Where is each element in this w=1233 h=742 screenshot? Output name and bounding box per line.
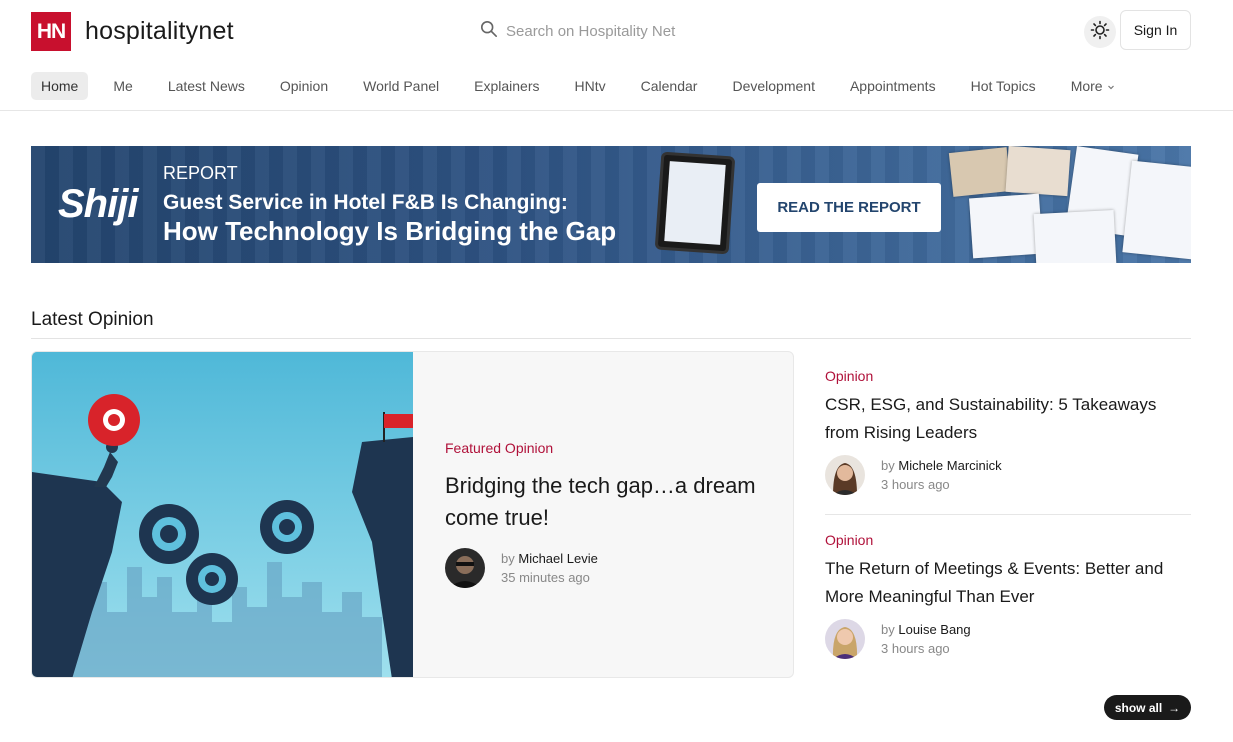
article-kicker[interactable]: Opinion [825, 532, 1191, 548]
by-label: by [501, 551, 515, 566]
by-label: by [881, 622, 895, 637]
timestamp: 3 hours ago [881, 641, 950, 656]
banner-headline-2: How Technology Is Bridging the Gap [163, 216, 617, 246]
featured-title[interactable]: Bridging the tech gap…a dream come true! [445, 470, 765, 534]
banner-headline-1: Guest Service in Hotel F&B Is Changing: [163, 191, 568, 214]
arrow-right-icon: → [1168, 700, 1181, 715]
avatar[interactable] [825, 619, 865, 659]
featured-opinion-card[interactable]: Featured Opinion Bridging the tech gap…a… [31, 351, 794, 678]
side-article[interactable]: Opinion The Return of Meetings & Events:… [825, 532, 1191, 659]
author-name[interactable]: Louise Bang [898, 622, 970, 637]
banner-brand-logo: Shiji [58, 182, 138, 226]
search-input[interactable] [506, 23, 906, 40]
nav-item-me[interactable]: Me [103, 72, 142, 100]
logo-text: hospitalitynet [85, 17, 234, 45]
theme-toggle-button[interactable] [1084, 16, 1116, 48]
nav-more-label: More [1070, 78, 1103, 94]
avatar[interactable] [445, 548, 485, 588]
nav-item-opinion[interactable]: Opinion [270, 72, 338, 100]
section-divider [31, 338, 1191, 339]
by-label: by [881, 458, 895, 473]
author-name[interactable]: Michael Levie [518, 551, 598, 566]
featured-image [32, 352, 413, 677]
nav-item-hot-topics[interactable]: Hot Topics [961, 72, 1046, 100]
nav-item-appointments[interactable]: Appointments [840, 72, 946, 100]
author-name[interactable]: Michele Marcinick [898, 458, 1001, 473]
nav-item-calendar[interactable]: Calendar [631, 72, 708, 100]
logo-mark: HN [31, 12, 71, 51]
article-title[interactable]: The Return of Meetings & Events: Better … [825, 555, 1191, 611]
report-tablet-image [654, 151, 736, 255]
article-divider [825, 514, 1191, 515]
nav-item-world-panel[interactable]: World Panel [353, 72, 449, 100]
show-all-button[interactable]: show all → [1104, 695, 1191, 720]
chevron-down-icon [1107, 78, 1115, 94]
show-all-label: show all [1114, 700, 1163, 715]
nav-item-more[interactable]: More [1061, 72, 1125, 100]
timestamp: 3 hours ago [881, 477, 950, 492]
article-title[interactable]: CSR, ESG, and Sustainability: 5 Takeaway… [825, 391, 1191, 447]
nav-divider [0, 110, 1233, 111]
main-nav: Home Me Latest News Opinion World Panel … [31, 72, 1125, 100]
read-report-button[interactable]: READ THE REPORT [757, 183, 941, 232]
banner-kicker: REPORT [163, 163, 238, 183]
sign-in-button[interactable]: Sign In [1120, 10, 1191, 50]
nav-item-development[interactable]: Development [722, 72, 825, 100]
search-icon [480, 20, 498, 43]
section-title: Latest Opinion [31, 309, 154, 330]
search-bar[interactable] [480, 20, 906, 43]
report-pages-image [931, 146, 1191, 263]
nav-item-latest-news[interactable]: Latest News [158, 72, 255, 100]
timestamp: 35 minutes ago [501, 570, 590, 585]
article-kicker[interactable]: Opinion [825, 368, 1191, 384]
site-logo[interactable]: HN hospitalitynet [31, 12, 234, 51]
ad-banner[interactable]: Shiji REPORT Guest Service in Hotel F&B … [31, 146, 1191, 263]
article-author: by Michele Marcinick 3 hours ago [825, 455, 1191, 495]
nav-item-home[interactable]: Home [31, 72, 89, 100]
featured-kicker[interactable]: Featured Opinion [445, 440, 553, 456]
article-author: by Louise Bang 3 hours ago [825, 619, 1191, 659]
avatar[interactable] [825, 455, 865, 495]
nav-item-explainers[interactable]: Explainers [464, 72, 549, 100]
nav-item-hntv[interactable]: HNtv [565, 72, 616, 100]
side-article[interactable]: Opinion CSR, ESG, and Sustainability: 5 … [825, 368, 1191, 495]
sun-icon [1090, 20, 1110, 45]
featured-author: by Michael Levie 35 minutes ago [445, 548, 598, 588]
